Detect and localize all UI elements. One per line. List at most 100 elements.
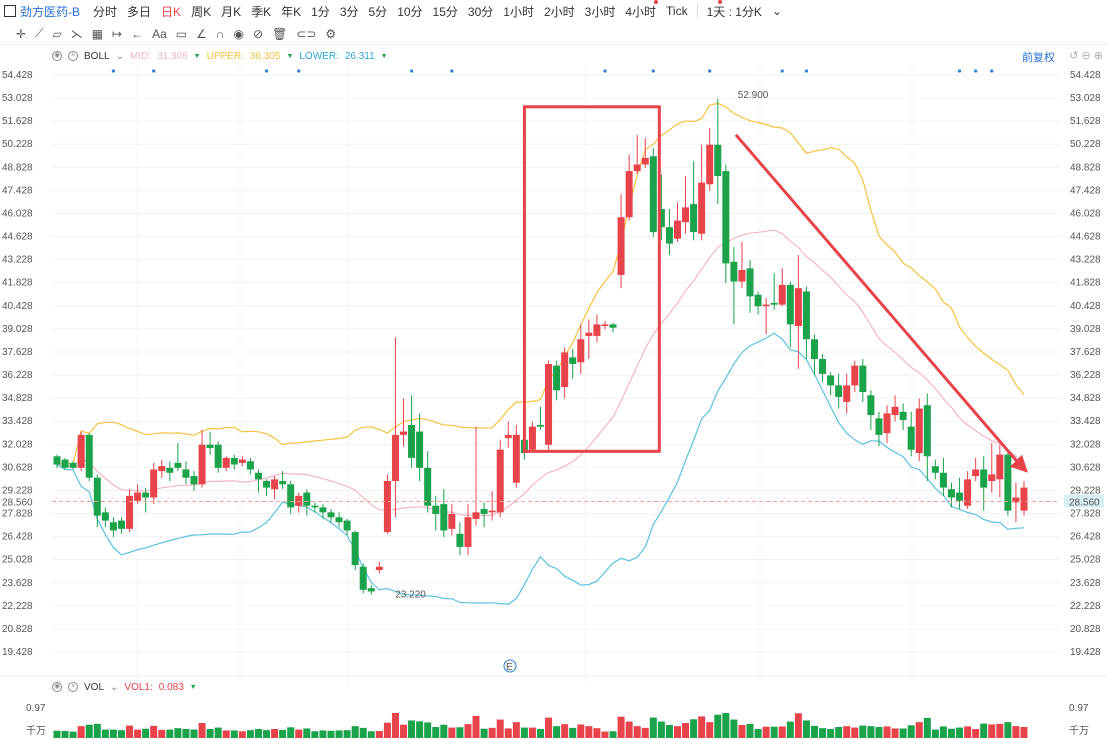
candle-body [746,268,754,297]
volume-bar [206,729,214,738]
candle-body [214,444,222,468]
volume-bar [972,729,980,738]
volume-bar [553,726,561,738]
candle-body [295,495,303,506]
candle-body [327,512,335,518]
volume-bar [109,729,117,738]
candle-body [770,302,778,305]
volume-bar [810,725,818,738]
volume-bar [690,719,698,738]
candle-body [835,385,843,397]
vol-unit-label-right: 千万 [1069,725,1089,737]
volume-bar [923,717,931,738]
event-e-label: E [506,662,513,673]
volume-bar [391,713,399,738]
candle-body [641,157,649,165]
current-price-label-left: 28.560 [2,497,33,508]
candle-body [109,522,117,531]
candle-body [222,457,230,468]
volume-bar [134,729,142,738]
candle-body [537,424,544,427]
candle-body [351,532,359,566]
volume-bar [891,728,899,738]
volume-bar [617,716,625,738]
y-tick-label: 50.228 [2,139,33,150]
candle-body [150,469,158,498]
volume-bar [480,728,488,738]
highlight-box [522,105,661,453]
volume-bar [649,717,657,738]
volume-bar [996,723,1004,738]
y-tick-label: 23.628 [1070,578,1101,589]
volume-bar [166,729,174,738]
candle-body [101,512,109,521]
volume-bar [682,723,690,738]
event-marker-dot [651,69,655,73]
volume-bar [528,727,536,738]
volume-bar [190,729,198,738]
candle-body [754,294,762,307]
candle-body [649,156,657,233]
volume-bar [303,728,311,738]
volume-bar [440,724,448,738]
volume-bar [456,727,464,738]
candle-body [472,512,480,519]
candle-body [279,481,287,485]
volume-bar [545,717,553,738]
y-tick-label: 39.028 [2,324,33,335]
y-tick-label: 27.828 [1070,509,1101,520]
volume-bar [585,726,593,738]
candlestick-chart[interactable]: 54.428 53.028 51.628 50.228 48.828 47.428 46.0… [0,0,1107,740]
volume-bar [85,724,93,738]
volume-bar [794,713,802,738]
y-tick-label: 25.028 [2,555,33,566]
volume-bar [359,727,367,738]
volume-bar [641,727,649,738]
volume-bar [158,729,166,738]
volume-bar [770,726,778,738]
candle-body [230,457,238,465]
candle-body [488,510,496,513]
y-tick-label: 47.428 [2,185,33,196]
candle-body [907,426,915,450]
candle-body [93,477,101,516]
candle-body [633,164,641,172]
y-tick-label: 20.828 [1070,624,1101,635]
volume-bar [722,713,730,738]
volume-bar [93,723,101,738]
y-tick-label: 26.428 [1070,532,1101,543]
y-tick-label: 36.228 [1070,370,1101,381]
volume-bar [537,729,544,738]
candle-body [174,462,182,468]
volume-bar [319,730,327,738]
candle-body [238,459,246,463]
volume-bar [633,726,641,738]
candle-body [819,359,827,374]
boll-bands [56,102,1025,605]
candle-body [923,405,931,457]
volume-bar [980,723,988,738]
volume-bar [875,727,883,738]
candle-body [448,513,456,529]
y-tick-label: 19.428 [2,647,33,658]
y-tick-label: 40.428 [1070,301,1101,312]
event-marker-dot [957,69,962,73]
candle-body [883,413,891,434]
vol-unit-label: 千万 [26,725,46,737]
candle-body [117,520,125,529]
volume-bar [706,722,714,738]
y-tick-label: 25.028 [1070,555,1101,566]
candle-body [528,426,536,450]
candle-body [53,456,61,465]
candle-body [673,220,681,239]
candle-body [545,363,553,445]
candle-body [1004,454,1012,511]
y-tick-label: 30.628 [1070,462,1101,473]
volume-bar [625,721,633,738]
volume-bar [416,721,424,738]
candle-body [85,434,93,478]
candle-body [682,207,690,223]
volume-bar [569,727,577,738]
candle-body [512,434,520,483]
volume-bar [214,727,222,738]
